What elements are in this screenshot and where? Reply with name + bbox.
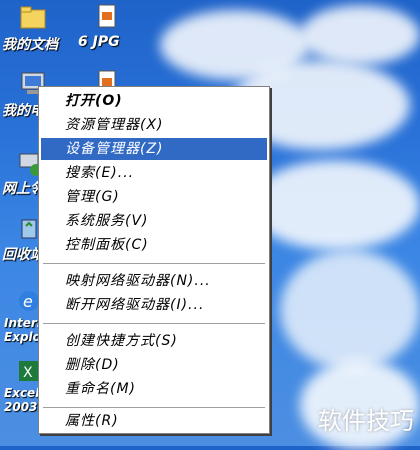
menu-separator (43, 263, 265, 264)
menu-item-device-manager[interactable]: 设备管理器(Z) (41, 138, 267, 160)
svg-text:e: e (23, 292, 33, 311)
image-file-icon (98, 4, 116, 28)
menu-separator (43, 407, 265, 408)
menu-item-open[interactable]: 打开(O) (41, 90, 267, 112)
context-menu: 打开(O) 资源管理器(X) 设备管理器(Z) 搜索(E)... 管理(G) 系… (38, 86, 270, 434)
menu-item-manage[interactable]: 管理(G) (41, 186, 267, 208)
menu-item-create-shortcut[interactable]: 创建快捷方式(S) (41, 330, 267, 352)
desktop-icon-label: 6 JPG (78, 34, 120, 50)
folder-icon (20, 6, 46, 29)
cloud (300, 5, 420, 65)
menu-separator (43, 323, 265, 324)
menu-item-map-network-drive[interactable]: 映射网络驱动器(N)... (41, 270, 267, 292)
menu-item-system-services[interactable]: 系统服务(V) (41, 210, 267, 232)
svg-text:X: X (23, 365, 33, 381)
menu-item-disconnect-network-drive[interactable]: 断开网络驱动器(I)... (41, 294, 267, 316)
menu-item-control-panel[interactable]: 控制面板(C) (41, 234, 267, 256)
menu-item-rename[interactable]: 重命名(M) (41, 378, 267, 400)
menu-item-explorer[interactable]: 资源管理器(X) (41, 114, 267, 136)
menu-item-properties[interactable]: 属性(R) (41, 410, 267, 432)
watermark-text: 软件技巧 (318, 407, 414, 435)
menu-item-search[interactable]: 搜索(E)... (41, 162, 267, 184)
desktop-icon-label: 我的文档 (2, 37, 58, 53)
cloud (280, 250, 420, 370)
cloud (250, 160, 420, 250)
menu-item-delete[interactable]: 删除(D) (41, 354, 267, 376)
